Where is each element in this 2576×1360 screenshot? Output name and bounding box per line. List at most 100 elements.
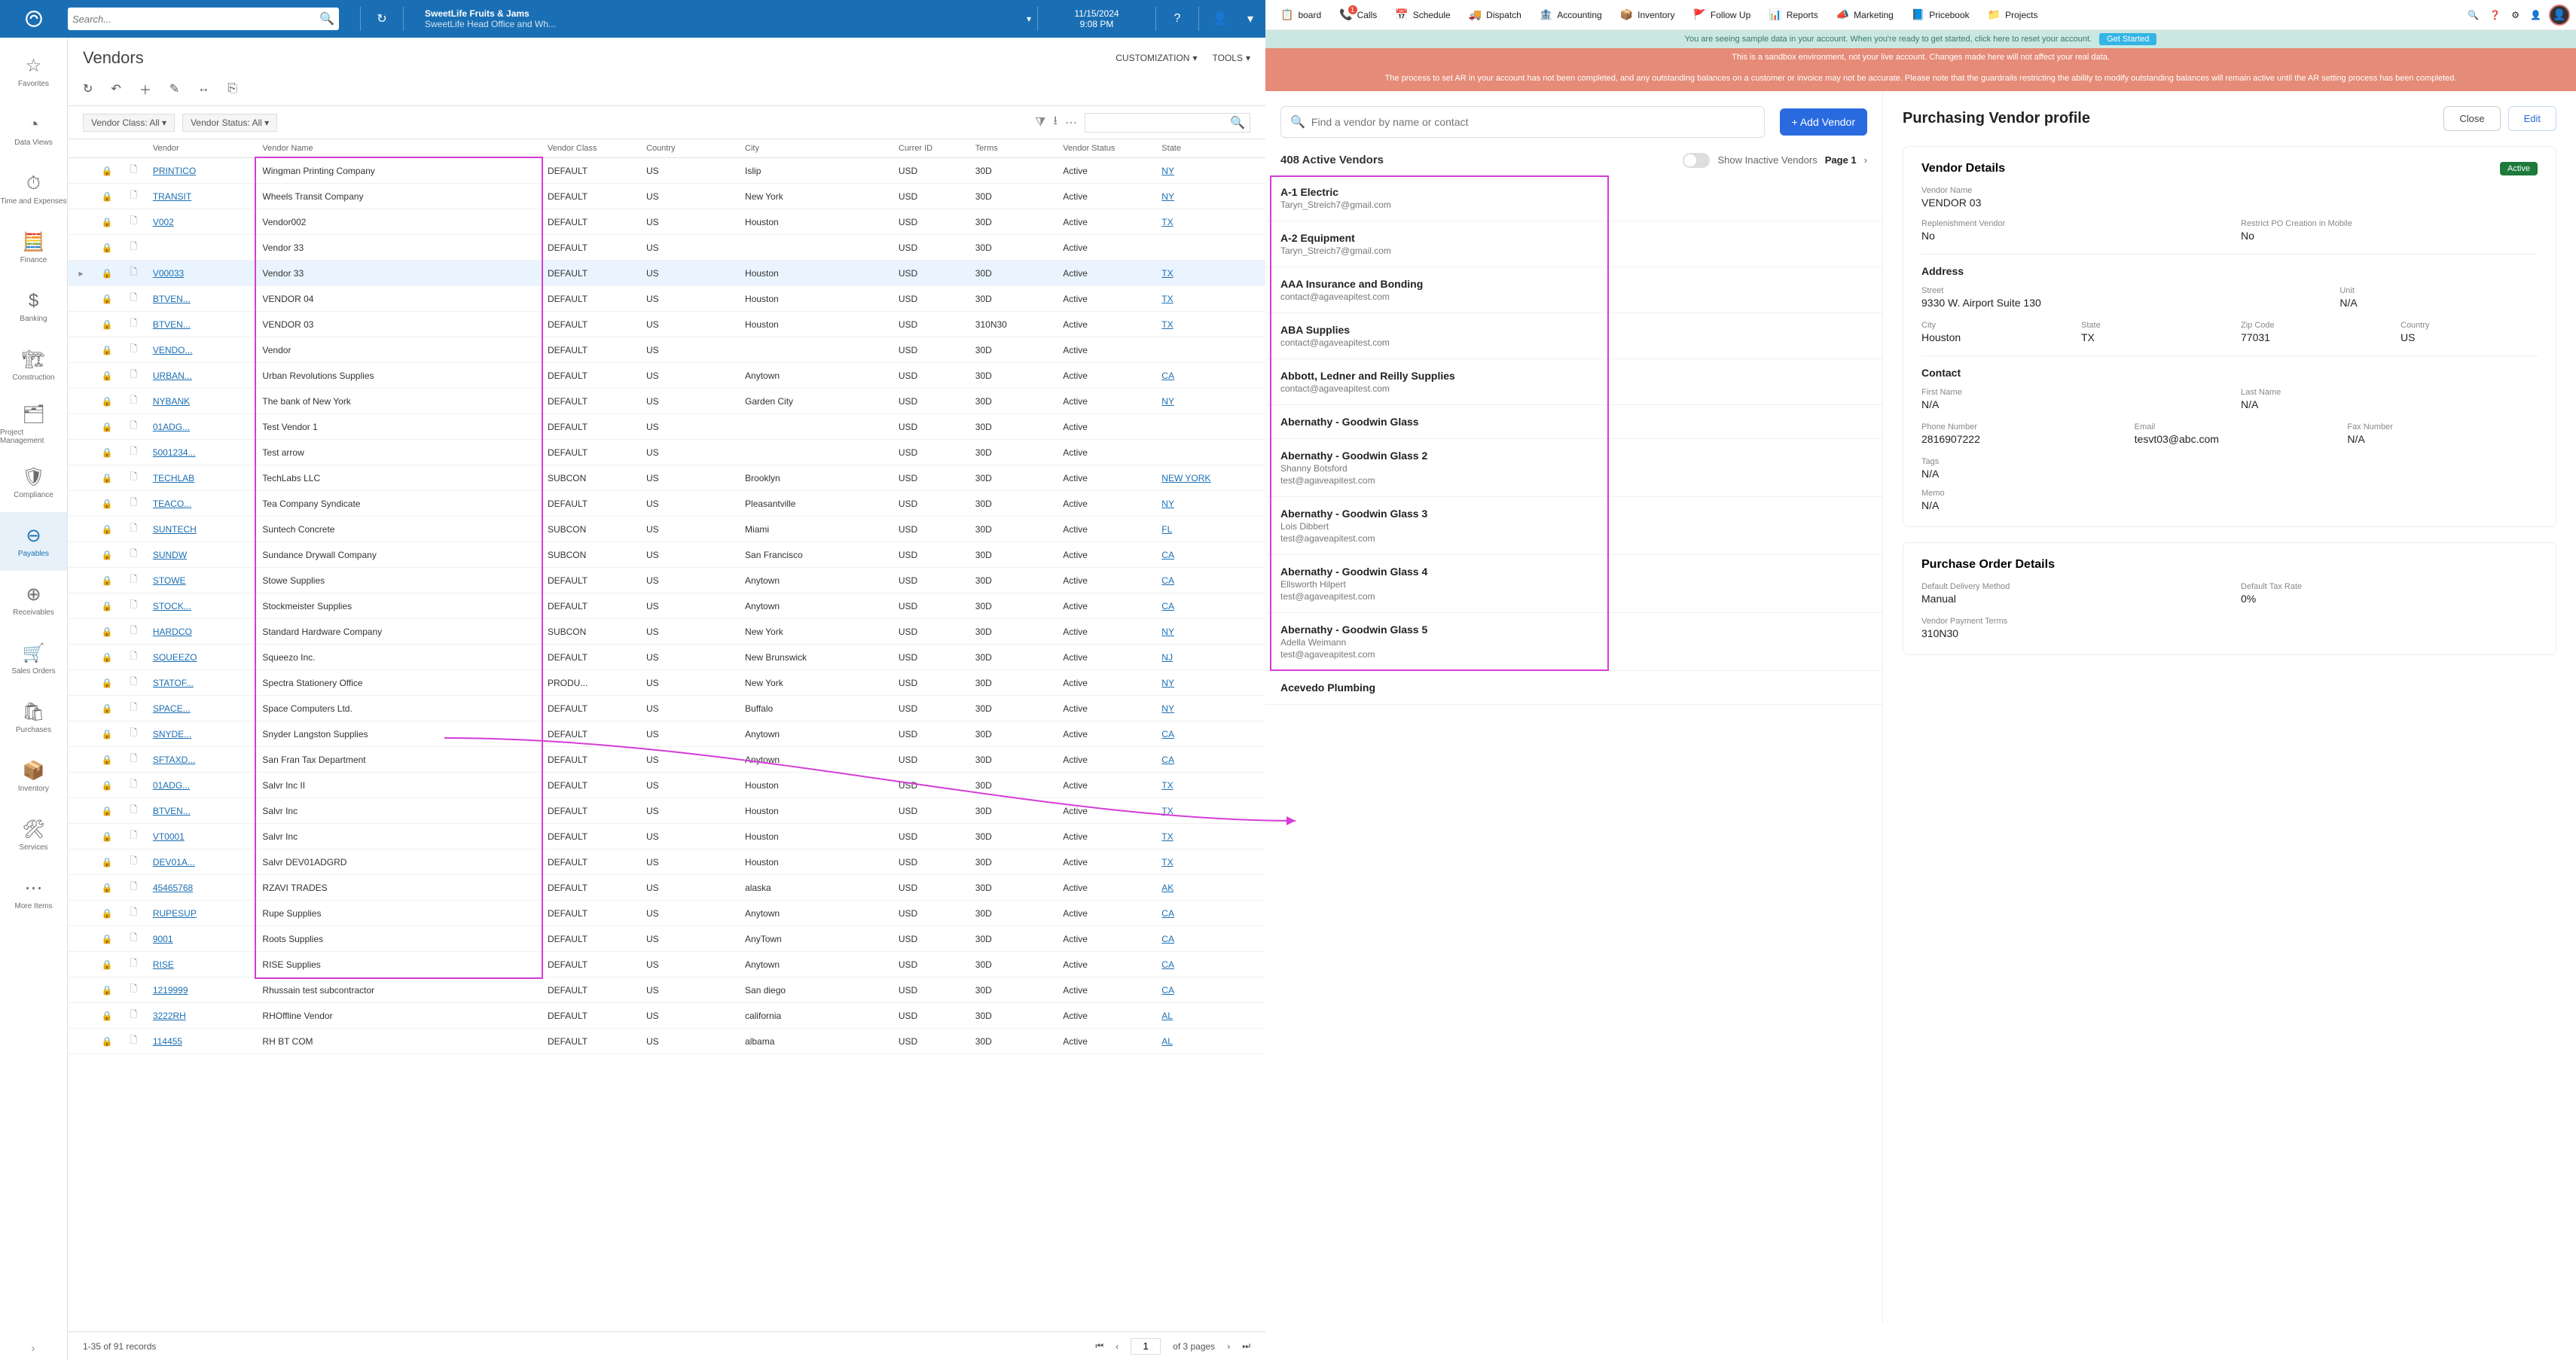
vendor-link[interactable]: BTVEN... — [153, 294, 191, 304]
global-search-input[interactable] — [72, 14, 319, 25]
grid-search[interactable]: 🔍 — [1085, 113, 1250, 133]
vendor-link[interactable]: 9001 — [153, 934, 173, 944]
state-link[interactable]: NY — [1161, 499, 1174, 509]
fit-icon[interactable]: ↔ — [197, 82, 209, 96]
state-link[interactable]: CA — [1161, 934, 1174, 944]
vendor-link[interactable]: 01ADG... — [153, 422, 190, 432]
vendor-link[interactable]: 45465768 — [153, 883, 193, 893]
col-header[interactable]: State — [1155, 139, 1265, 158]
table-row[interactable]: 🔒🗋3222RHRHOffline VendorDEFAULTUScalifor… — [68, 1003, 1265, 1029]
state-link[interactable]: TX — [1161, 780, 1173, 791]
vendor-link[interactable]: TECHLAB — [153, 473, 194, 483]
toolbar-icon[interactable]: 👤 — [2530, 10, 2541, 20]
state-link[interactable]: AL — [1161, 1011, 1173, 1021]
vendor-link[interactable]: TEACO... — [153, 499, 191, 509]
add-vendor-button[interactable]: + Add Vendor — [1780, 108, 1867, 136]
table-row[interactable]: 🔒🗋BTVEN...VENDOR 03DEFAULTUSHoustonUSD31… — [68, 312, 1265, 337]
table-row[interactable]: 🔒🗋SFTAXD...San Fran Tax DepartmentDEFAUL… — [68, 747, 1265, 773]
vendor-list-item[interactable]: Acevedo Plumbing — [1265, 671, 1882, 705]
nav-compliance[interactable]: 🛡Compliance — [0, 453, 67, 512]
last-page-icon[interactable]: ⏭ — [1242, 1340, 1250, 1352]
vendor-link[interactable]: STATOF... — [153, 678, 194, 688]
table-row[interactable]: 🔒🗋9001Roots SuppliesDEFAULTUSAnyTownUSD3… — [68, 926, 1265, 952]
state-link[interactable]: CA — [1161, 959, 1174, 970]
table-row[interactable]: 🔒🗋STOWEStowe SuppliesDEFAULTUSAnytownUSD… — [68, 568, 1265, 593]
nav-construction[interactable]: 🏗Construction — [0, 336, 67, 395]
nav-banking[interactable]: $Banking — [0, 277, 67, 336]
close-button[interactable]: Close — [2443, 106, 2500, 131]
nav-payables[interactable]: ⊖Payables — [0, 512, 67, 571]
more-icon[interactable]: ⋯ — [1065, 115, 1077, 130]
col-header[interactable]: Country — [640, 139, 739, 158]
add-icon[interactable]: ＋ — [139, 80, 151, 98]
table-row[interactable]: 🔒🗋RUPESUPRupe SuppliesDEFAULTUSAnytownUS… — [68, 901, 1265, 926]
state-link[interactable]: TX — [1161, 319, 1173, 330]
table-row[interactable]: 🔒🗋SUNTECHSuntech ConcreteSUBCONUSMiamiUS… — [68, 517, 1265, 542]
vendor-list-item[interactable]: ABA Suppliescontact@agaveapitest.com — [1265, 313, 1882, 359]
col-header[interactable] — [94, 139, 121, 158]
col-header[interactable]: Vendor — [147, 139, 257, 158]
state-link[interactable]: NY — [1161, 166, 1174, 176]
nav-purchases[interactable]: 🛍Purchases — [0, 688, 67, 747]
table-row[interactable]: 🔒🗋TRANSITWheels Transit CompanyDEFAULTUS… — [68, 184, 1265, 209]
vendor-link[interactable]: BTVEN... — [153, 806, 191, 816]
nav-services[interactable]: 🛠Services — [0, 806, 67, 864]
table-row[interactable]: 🔒🗋URBAN...Urban Revolutions SuppliesDEFA… — [68, 363, 1265, 389]
vendor-link[interactable]: URBAN... — [153, 370, 192, 381]
table-row[interactable]: 🔒🗋01ADG...Test Vendor 1DEFAULTUSUSD30DAc… — [68, 414, 1265, 440]
rnav-board[interactable]: 📋board — [1271, 5, 1330, 24]
nav-finance[interactable]: 🧮Finance — [0, 218, 67, 277]
table-row[interactable]: 🔒🗋01ADG...Salvr Inc IIDEFAULTUSHoustonUS… — [68, 773, 1265, 798]
filter-icon[interactable]: ⧩ — [1035, 116, 1045, 130]
nav-sales-orders[interactable]: 🛒Sales Orders — [0, 630, 67, 688]
page-input[interactable] — [1131, 1338, 1161, 1355]
vendor-link[interactable]: STOWE — [153, 575, 186, 586]
table-row[interactable]: 🔒🗋SPACE...Space Computers Ltd.DEFAULTUSB… — [68, 696, 1265, 721]
vendor-link[interactable]: VT0001 — [153, 831, 185, 842]
state-link[interactable]: TX — [1161, 831, 1173, 842]
state-link[interactable]: CA — [1161, 575, 1174, 586]
table-row[interactable]: 🔒🗋SNYDE...Snyder Langston SuppliesDEFAUL… — [68, 721, 1265, 747]
table-row[interactable]: 🔒🗋TEACO...Tea Company SyndicateDEFAULTUS… — [68, 491, 1265, 517]
col-header[interactable]: City — [739, 139, 893, 158]
state-link[interactable]: TX — [1161, 806, 1173, 816]
vendor-link[interactable]: VENDO... — [153, 345, 193, 355]
show-inactive-toggle[interactable] — [1683, 153, 1710, 168]
vendor-link[interactable]: BTVEN... — [153, 319, 191, 330]
vendor-list-item[interactable]: A-2 EquipmentTaryn_Streich7@gmail.com — [1265, 221, 1882, 267]
state-link[interactable]: CA — [1161, 755, 1174, 765]
rnav-reports[interactable]: 📊Reports — [1760, 5, 1827, 24]
avatar[interactable]: 👤 — [2549, 5, 2570, 26]
toolbar-icon[interactable]: ⚙ — [2511, 10, 2520, 20]
vendor-link[interactable]: SPACE... — [153, 703, 191, 714]
company-selector[interactable]: SweetLife Fruits & Jams SweetLife Head O… — [410, 8, 1031, 29]
help-icon[interactable]: ? — [1162, 4, 1192, 34]
state-link[interactable]: CA — [1161, 908, 1174, 919]
vendor-link[interactable]: RISE — [153, 959, 174, 970]
table-row[interactable]: 🔒🗋TECHLABTechLabs LLCSUBCONUSBrooklynUSD… — [68, 465, 1265, 491]
state-link[interactable]: CA — [1161, 601, 1174, 611]
rnav-schedule[interactable]: 📅Schedule — [1386, 5, 1459, 24]
table-row[interactable]: 🔒🗋BTVEN...VENDOR 04DEFAULTUSHoustonUSD30… — [68, 286, 1265, 312]
vendor-list-item[interactable]: Abernathy - Goodwin Glass 3Lois Dibbertt… — [1265, 497, 1882, 555]
global-search[interactable]: 🔍 — [68, 8, 339, 30]
nav-data-views[interactable]: ◔Data Views — [0, 101, 67, 160]
chevron-down-icon[interactable]: ▾ — [1235, 4, 1265, 34]
rnav-pricebook[interactable]: 📘Pricebook — [1903, 5, 1979, 24]
next-page-icon[interactable]: › — [1864, 154, 1867, 166]
state-link[interactable]: TX — [1161, 857, 1173, 868]
vendor-class-filter[interactable]: Vendor Class: All ▾ — [83, 114, 175, 132]
table-row[interactable]: 🔒🗋HARDCOStandard Hardware CompanySUBCONU… — [68, 619, 1265, 645]
vendor-list-item[interactable]: Abernathy - Goodwin Glass 2Shanny Botsfo… — [1265, 439, 1882, 497]
table-row[interactable]: 🔒🗋V002Vendor002DEFAULTUSHoustonUSD30DAct… — [68, 209, 1265, 235]
state-link[interactable]: NY — [1161, 703, 1174, 714]
prev-page-icon[interactable]: ‹ — [1116, 1341, 1119, 1352]
vendor-list-item[interactable]: A-1 ElectricTaryn_Streich7@gmail.com — [1265, 175, 1882, 221]
table-row[interactable]: 🔒🗋VT0001Salvr IncDEFAULTUSHoustonUSD30DA… — [68, 824, 1265, 849]
vendor-list-item[interactable]: AAA Insurance and Bondingcontact@agaveap… — [1265, 267, 1882, 313]
nav-time-and-expenses[interactable]: ⏱Time and Expenses — [0, 160, 67, 218]
col-header[interactable]: Vendor Class — [542, 139, 640, 158]
table-row[interactable]: 🔒🗋114455RH BT COMDEFAULTUSalbamaUSD30DAc… — [68, 1029, 1265, 1054]
table-row[interactable]: 🔒🗋DEV01A...Salvr DEV01ADGRDDEFAULTUSHous… — [68, 849, 1265, 875]
export-icon[interactable]: ⎘ — [227, 82, 237, 96]
